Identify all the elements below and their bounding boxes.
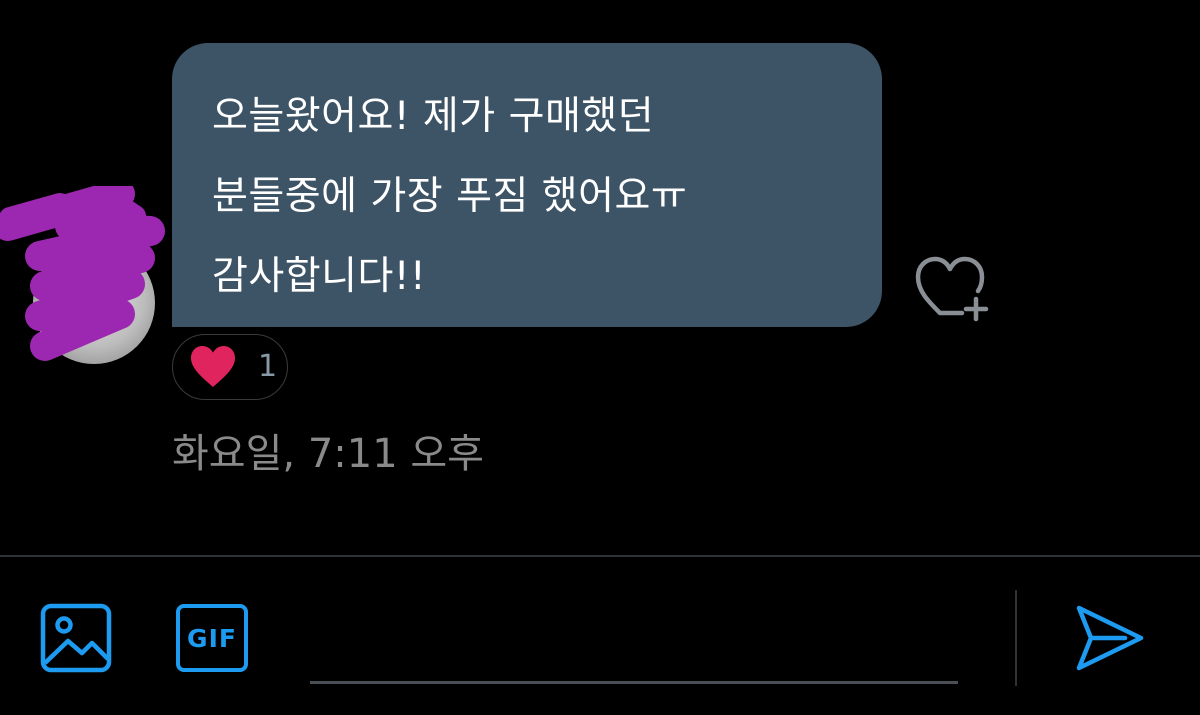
composer-divider [0, 555, 1200, 557]
message-line: 분들중에 가장 푸짐 했어요ㅠ [212, 174, 688, 219]
heart-plus-icon[interactable] [910, 253, 990, 323]
reaction-count: 1 [258, 349, 278, 384]
send-divider [1015, 590, 1017, 686]
send-icon[interactable] [1075, 604, 1145, 672]
redaction-scribble [0, 186, 165, 361]
message-line: 오늘왔어요! 제가 구매했던 [212, 94, 655, 139]
message-line: 감사합니다!! [212, 254, 427, 299]
image-icon[interactable] [40, 603, 112, 673]
gif-icon: GIF [187, 623, 237, 653]
reaction-pill[interactable]: 1 [172, 334, 288, 400]
message-input[interactable] [310, 600, 958, 684]
gif-button[interactable]: GIF [176, 604, 248, 672]
red-heart-icon [191, 346, 235, 387]
message-bubble[interactable]: 오늘왔어요! 제가 구매했던 분들중에 가장 푸짐 했어요ㅠ 감사합니다!! [172, 43, 882, 327]
message-timestamp: 화요일, 7:11 오후 [172, 431, 484, 477]
